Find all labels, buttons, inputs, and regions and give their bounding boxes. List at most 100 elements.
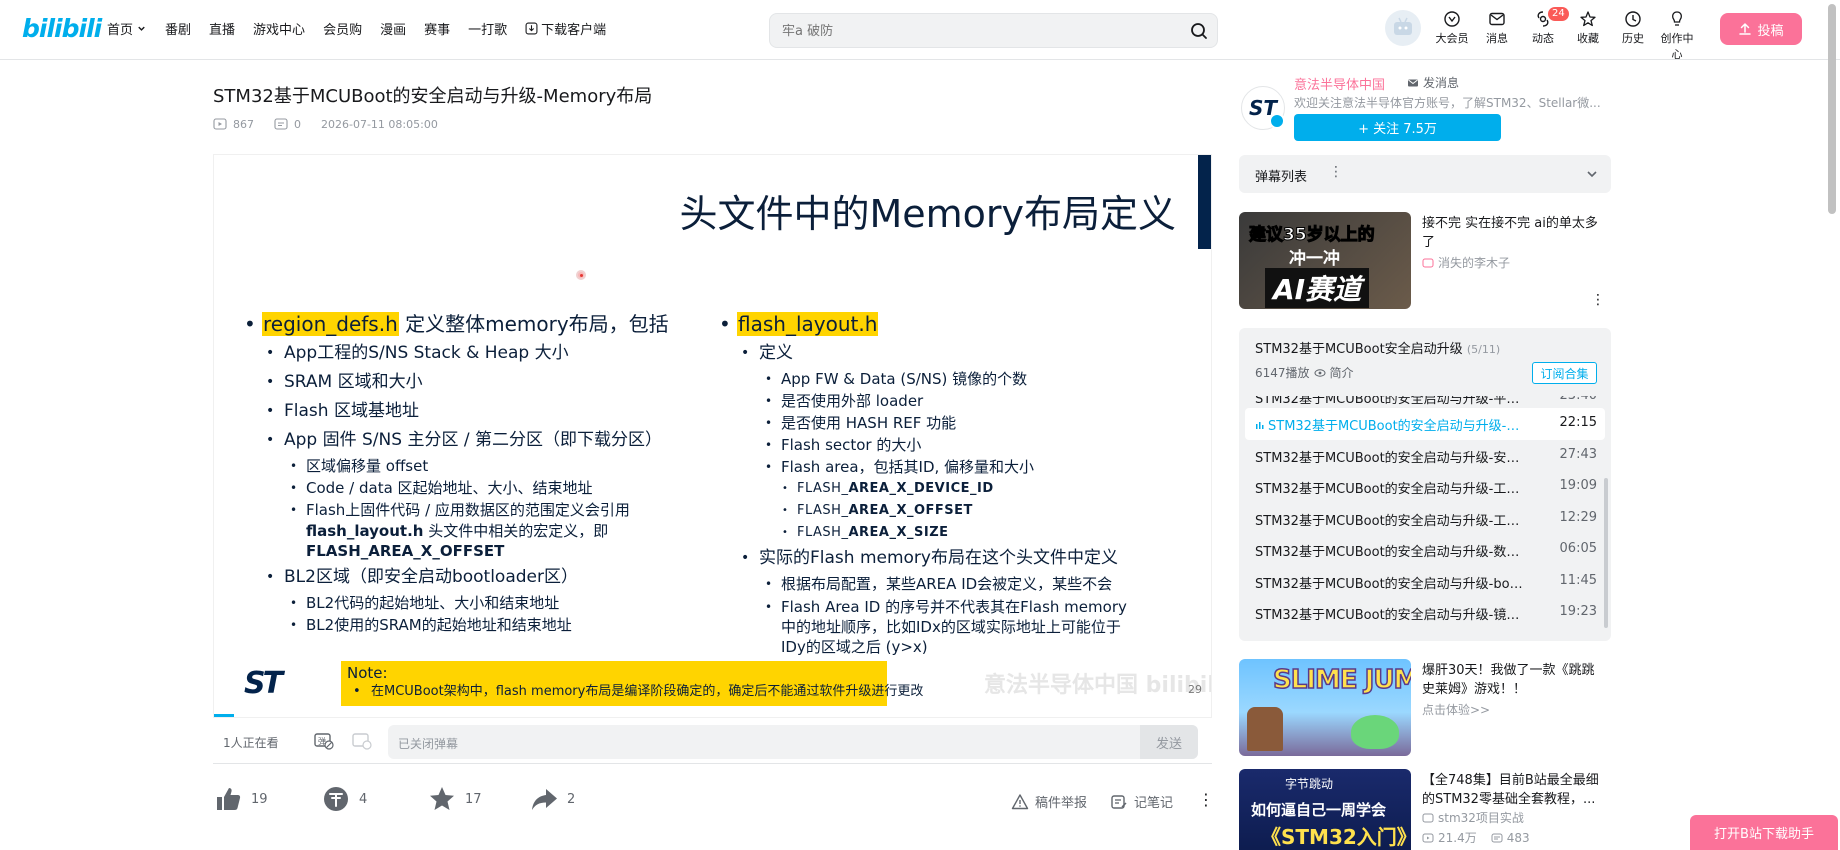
user-avatar[interactable] — [1385, 10, 1421, 46]
slide-bullet: flash_layout.h — [719, 309, 1199, 339]
chevron-down-icon[interactable] — [1585, 167, 1599, 181]
header-dynamic-link[interactable]: 24 动态 — [1522, 7, 1569, 46]
slide-bullet: Flash Area ID 的序号并不代表其在Flash memory中的地址顺… — [719, 595, 1139, 659]
nav-item[interactable]: 直播 — [200, 19, 244, 38]
search-icon[interactable] — [1189, 21, 1209, 41]
slide-bullet: 是否使用 HASH REF 功能 — [719, 412, 1199, 434]
recommended-ad[interactable]: SLIME JUMP 爆肝30天！我做了一款《跳跳史莱姆》游戏！！ 点击体验>> — [1239, 659, 1611, 759]
header-clock-link[interactable]: 历史 — [1612, 10, 1654, 46]
slide-bullet: FLASH_AREA_X_DEVICE_ID — [719, 478, 1199, 500]
page-scrollbar[interactable] — [1828, 4, 1836, 214]
recommended-video[interactable]: 字节跳动 如何逼自己一周学会 《STM32入门》 【全748集】目前B站最全最细… — [1239, 769, 1611, 850]
upload-button[interactable]: 投稿 — [1720, 13, 1802, 45]
nav-item[interactable]: 会员购 — [314, 19, 371, 38]
send-message-link[interactable]: 发消息 — [1407, 74, 1459, 91]
play-count-icon — [213, 118, 227, 130]
playlist-item[interactable]: STM32基于MCUBoot的安全启动与升级-Me... 22:15 — [1245, 408, 1605, 440]
progress-bar[interactable] — [214, 714, 234, 717]
download-helper-button[interactable]: 打开B站下载助手 — [1690, 815, 1838, 850]
nav-item[interactable]: 首页 — [98, 19, 156, 38]
playlist-item[interactable]: STM32基于MCUBoot的安全启动与升级-数据与... 06:05 — [1239, 534, 1611, 566]
up-icon — [1422, 813, 1434, 822]
slide-bullet: Flash上固件代码 / 应用数据区的范围定义会引用 — [244, 499, 714, 521]
rec-author[interactable]: stm32项目实战 — [1422, 809, 1524, 826]
playlist-item[interactable]: STM32基于MCUBoot的安全启动与升级-安全启... 27:43 — [1239, 440, 1611, 472]
slide-page-number: 29 — [1188, 683, 1202, 696]
danmaku-list-menu-icon[interactable]: ⋮ — [1329, 164, 1343, 180]
slide-bullet: App工程的S/NS Stack & Heap 大小 — [244, 339, 714, 368]
rec-cta[interactable]: 点击体验>> — [1422, 701, 1490, 718]
playlist-panel: STM32基于MCUBoot安全启动升级 (5/11) 6147播放 简介 订阅… — [1239, 328, 1611, 641]
playlist-title[interactable]: STM32基于MCUBoot安全启动升级 (5/11) — [1255, 338, 1500, 357]
nav-item[interactable]: 番剧 — [156, 19, 200, 38]
header-vip-link[interactable]: 大会员 — [1431, 10, 1473, 46]
header-star-link[interactable]: 收藏 — [1567, 10, 1609, 46]
favorite-button[interactable]: 17 — [427, 784, 482, 814]
slide-bullet: App FW & Data (S/NS) 镜像的个数 — [719, 368, 1199, 390]
header-bulb-link[interactable]: 创作中心 — [1656, 10, 1698, 62]
playlist-item[interactable]: STM32基于MCUBoot的安全启动与升级-工程的... 19:09 — [1239, 471, 1611, 503]
rec-title[interactable]: 爆肝30天！我做了一款《跳跳史莱姆》游戏！！ — [1422, 661, 1602, 699]
mail-icon — [1408, 79, 1418, 86]
notification-badge: 24 — [1548, 7, 1569, 21]
danmaku-input[interactable]: 已关闭弹幕 发送 — [388, 725, 1198, 759]
danmaku-settings-icon[interactable] — [351, 731, 373, 751]
publish-date: 2026-07-11 08:05:00 — [321, 117, 438, 131]
more-options-icon[interactable]: ⋮ — [1591, 292, 1605, 308]
danmaku-list-panel[interactable]: 弹幕列表 ⋮ — [1239, 155, 1611, 193]
like-button[interactable]: 19 — [213, 784, 268, 814]
coin-icon — [324, 787, 348, 811]
subscribe-collection-button[interactable]: 订阅合集 — [1532, 362, 1597, 384]
star-icon — [430, 787, 454, 810]
share-button[interactable]: 2 — [529, 784, 575, 814]
slide-bullet: 实际的Flash memory布局在这个头文件中定义 — [719, 544, 1199, 573]
share-icon — [532, 789, 557, 810]
playlist-item[interactable]: STM32基于MCUBoot的安全启动与升级-工程B... 12:29 — [1239, 503, 1611, 535]
uploader-name[interactable]: 意法半导体中国 — [1294, 74, 1385, 93]
slide-bullet-continued: flash_layout.h 头文件中相关的宏定义，即 — [306, 522, 609, 540]
clock-icon — [1625, 11, 1641, 27]
slide-bullet: 定义 — [719, 339, 1199, 368]
recommended-video[interactable]: 建议35岁以上的 冲一冲 AI赛道 接不完 实在接不完 ai的单太多了 消失的李… — [1239, 212, 1611, 312]
verified-badge-icon — [1269, 113, 1285, 129]
danmaku-count-icon — [274, 118, 288, 130]
slide-bullet: BL2使用的SRAM的起始地址和结束地址 — [244, 614, 714, 636]
more-actions-icon[interactable]: ⋮ — [1198, 790, 1214, 809]
cursor-dot — [576, 270, 586, 280]
slide-accent-bar — [1198, 155, 1211, 249]
coin-button[interactable]: 4 — [321, 784, 367, 814]
nav-item[interactable]: 游戏中心 — [244, 19, 314, 38]
bilibili-logo[interactable]: bilibili — [22, 14, 102, 43]
slide-title: 头文件中的Memory布局定义 — [679, 192, 1176, 236]
danmaku-toggle-icon[interactable]: 弹 — [313, 731, 335, 751]
search-input[interactable] — [782, 20, 1162, 42]
slide-bullet: Flash 区域基地址 — [244, 397, 714, 426]
tv-avatar-icon — [1394, 17, 1412, 35]
video-thumbnail[interactable]: 建议35岁以上的 冲一冲 AI赛道 — [1239, 212, 1411, 309]
rec-title[interactable]: 【全748集】目前B站最全最细的STM32零基础全套教程，... — [1422, 771, 1602, 809]
nav-item[interactable]: 一打歌 — [459, 19, 516, 38]
playlist-scrollbar[interactable] — [1604, 478, 1608, 628]
notes-button[interactable]: 记笔记 — [1110, 792, 1173, 811]
nav-item[interactable]: 赛事 — [415, 19, 459, 38]
follow-button[interactable]: + 关注 7.5万 — [1294, 114, 1501, 141]
up-icon — [1422, 258, 1434, 267]
playlist-item[interactable]: STM32基于MCUBoot的安全启动与升级-镜像数... 19:23 — [1239, 597, 1611, 629]
danmaku-placeholder: 已关闭弹幕 — [398, 737, 459, 751]
upload-label: 投稿 — [1757, 23, 1784, 39]
slide-bullet: Flash sector 的大小 — [719, 434, 1199, 456]
header-message-link[interactable]: 消息 — [1476, 10, 1518, 46]
nav-item[interactable]: 下载客户端 — [516, 19, 615, 38]
video-player[interactable]: 头文件中的Memory布局定义 region_defs.h 定义整体memory… — [213, 154, 1212, 718]
rec-title[interactable]: 接不完 实在接不完 ai的单太多了 — [1422, 214, 1602, 252]
ad-thumbnail[interactable]: SLIME JUMP — [1239, 659, 1411, 756]
send-danmaku-button[interactable]: 发送 — [1140, 725, 1198, 759]
rec-author[interactable]: 消失的李木子 — [1422, 254, 1510, 271]
star-icon — [1580, 11, 1596, 27]
report-button[interactable]: 稿件举报 — [1011, 792, 1087, 811]
nav-item[interactable]: 漫画 — [371, 19, 415, 38]
playlist-item[interactable]: STM32基于MCUBoot的安全启动与升级-平台的...23:40 — [1239, 396, 1611, 408]
playlist-item[interactable]: STM32基于MCUBoot的安全启动与升级-boot_g... 11:45 — [1239, 566, 1611, 598]
video-thumbnail[interactable]: 字节跳动 如何逼自己一周学会 《STM32入门》 — [1239, 769, 1411, 850]
bulb-icon — [1672, 11, 1682, 26]
